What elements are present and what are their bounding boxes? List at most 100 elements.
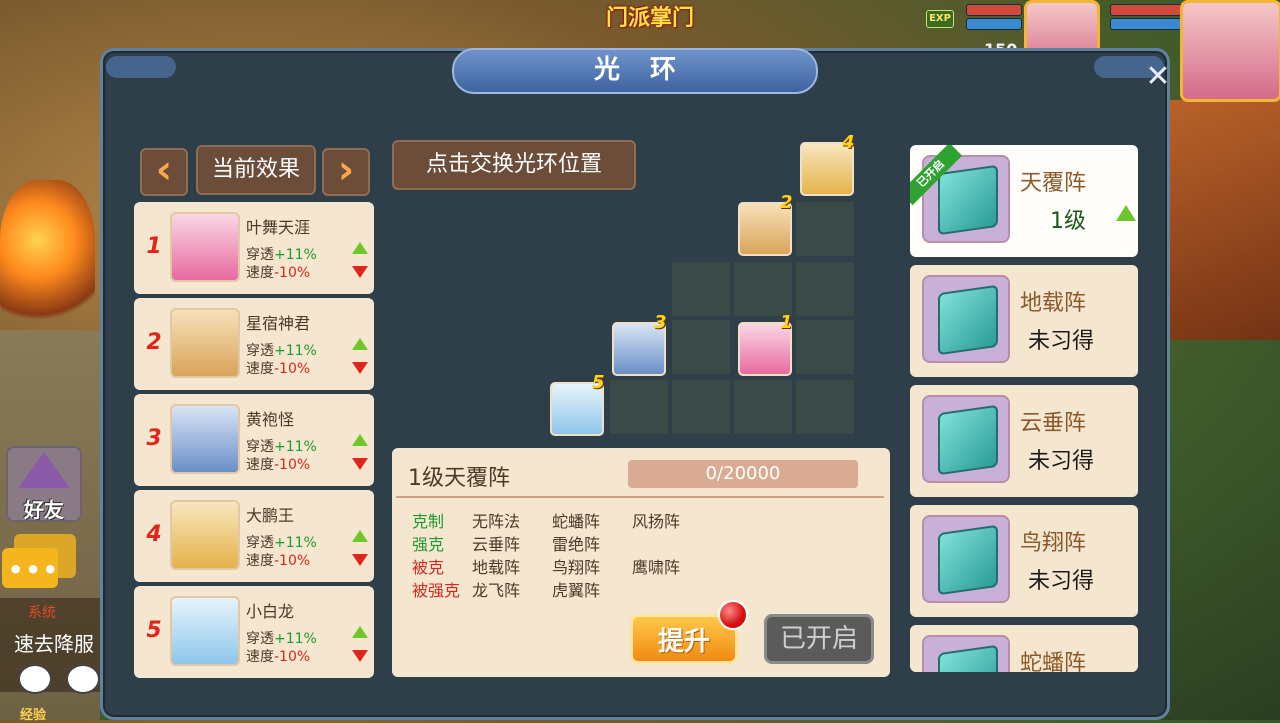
chevron-left-icon[interactable]: ‹ xyxy=(140,148,188,196)
relation-label: 被强克 xyxy=(412,581,461,600)
arrow-up-icon xyxy=(352,338,368,350)
formation-grid-cell[interactable] xyxy=(796,202,854,256)
formation-card[interactable]: 蛇蟠阵 xyxy=(910,625,1138,672)
hero-card[interactable]: 1 叶舞天涯 穿透+11% 速度-10% xyxy=(134,202,374,294)
formation-grid-cell[interactable] xyxy=(672,262,730,316)
hero-stat-speed: 速度-10% xyxy=(246,649,311,665)
pet-hp-bar xyxy=(966,4,1022,16)
background-fire xyxy=(0,180,95,330)
arrow-down-icon xyxy=(352,266,368,278)
hero-card[interactable]: 2 星宿神君 穿透+11% 速度-10% xyxy=(134,298,374,390)
arrow-up-icon xyxy=(352,530,368,542)
relation-label: 强克 xyxy=(412,535,445,554)
sheep-icon xyxy=(18,664,52,694)
hero-stat-speed: 速度-10% xyxy=(246,553,311,569)
friends-button[interactable]: 好友 xyxy=(6,446,82,522)
formation-book-icon xyxy=(922,395,1010,483)
relation-item: 龙飞阵 xyxy=(472,581,521,600)
arrow-down-icon xyxy=(352,458,368,470)
formation-name: 鸟翔阵 xyxy=(1020,531,1087,556)
sheep-icon xyxy=(66,664,100,694)
formation-card-active[interactable]: 已开启 天覆阵 1级 xyxy=(910,145,1138,257)
level-up-arrow-icon xyxy=(1116,205,1136,221)
relation-item: 雷绝阵 xyxy=(552,535,601,554)
hero-stat-penetration: 穿透+11% xyxy=(246,631,317,647)
formation-book-icon xyxy=(922,635,1010,672)
exp-label: 经验 xyxy=(20,708,47,723)
relation-item: 云垂阵 xyxy=(472,535,521,554)
grid-slot-number: 2 xyxy=(780,192,793,213)
arrow-up-icon xyxy=(352,626,368,638)
hero-portrait xyxy=(170,404,240,474)
book-cover xyxy=(938,524,998,596)
exp-badge: EXP xyxy=(926,10,954,28)
arrow-down-icon xyxy=(352,554,368,566)
chat-button[interactable]: ••• xyxy=(2,534,78,596)
formation-grid-cell[interactable] xyxy=(796,380,854,434)
hero-rank: 3 xyxy=(146,426,162,451)
arrow-down-icon xyxy=(352,650,368,662)
formation-status: 未习得 xyxy=(1028,449,1095,474)
formation-grid-cell[interactable] xyxy=(796,262,854,316)
player-portrait[interactable] xyxy=(1180,0,1280,102)
window-title: 光环 xyxy=(452,48,818,94)
relation-item: 鹰啸阵 xyxy=(632,558,681,577)
hero-stat-penetration: 穿透+11% xyxy=(246,247,317,263)
formation-name: 云垂阵 xyxy=(1020,411,1087,436)
grid-slot-number: 1 xyxy=(780,312,793,333)
formation-name: 地载阵 xyxy=(1020,291,1087,316)
formation-card[interactable]: 云垂阵 未习得 xyxy=(910,385,1138,497)
hero-name: 星宿神君 xyxy=(246,314,311,333)
hero-rank: 5 xyxy=(146,618,162,643)
system-tag: 系统 xyxy=(28,605,56,621)
formation-info-title: 1级天覆阵 xyxy=(408,466,510,491)
hero-rank: 1 xyxy=(146,234,162,259)
formation-grid-cell[interactable] xyxy=(672,320,730,374)
book-cover xyxy=(938,284,998,356)
hero-stat-penetration: 穿透+11% xyxy=(246,343,317,359)
book-cover xyxy=(938,644,998,672)
system-message: 速去降服 xyxy=(14,632,94,656)
info-divider xyxy=(396,496,884,498)
book-cover xyxy=(938,164,998,236)
formation-card[interactable]: 地载阵 未习得 xyxy=(910,265,1138,377)
hat-icon xyxy=(18,452,70,488)
hero-name: 黄袍怪 xyxy=(246,410,295,429)
hero-portrait xyxy=(170,596,240,666)
swap-aura-position-button[interactable]: 点击交换光环位置 xyxy=(392,140,636,190)
formation-grid-cell[interactable] xyxy=(734,262,792,316)
formation-grid-cell[interactable] xyxy=(610,380,668,434)
arrow-up-icon xyxy=(352,242,368,254)
relation-item: 蛇蟠阵 xyxy=(552,512,601,531)
formation-status: 未习得 xyxy=(1028,329,1095,354)
exp-progress-text: 0/20000 xyxy=(705,463,781,484)
hero-card[interactable]: 5 小白龙 穿透+11% 速度-10% xyxy=(134,586,374,678)
relation-item: 虎翼阵 xyxy=(552,581,601,600)
formation-card[interactable]: 鸟翔阵 未习得 xyxy=(910,505,1138,617)
formation-name: 蛇蟠阵 xyxy=(1020,651,1087,672)
player-hp-bar xyxy=(1110,4,1182,16)
chevron-right-icon[interactable]: › xyxy=(322,148,370,196)
hero-stat-penetration: 穿透+11% xyxy=(246,439,317,455)
grid-slot-number: 3 xyxy=(654,312,667,333)
grid-slot-number: 5 xyxy=(592,372,605,393)
formation-grid-cell[interactable] xyxy=(734,380,792,434)
hero-card[interactable]: 4 大鹏王 穿透+11% 速度-10% xyxy=(134,490,374,582)
hero-portrait xyxy=(170,212,240,282)
arrow-up-icon xyxy=(352,434,368,446)
formation-grid-cell[interactable] xyxy=(672,380,730,434)
formation-book-icon xyxy=(922,275,1010,363)
hero-portrait xyxy=(170,308,240,378)
title-ornament-left xyxy=(106,56,176,78)
hero-rank: 2 xyxy=(146,330,162,355)
relation-item: 风扬阵 xyxy=(632,512,681,531)
hero-stat-penetration: 穿透+11% xyxy=(246,535,317,551)
close-icon[interactable]: ✕ xyxy=(1143,62,1173,92)
grid-slot-number: 4 xyxy=(842,132,855,153)
formation-grid-cell[interactable] xyxy=(796,320,854,374)
book-cover xyxy=(938,404,998,476)
hero-card[interactable]: 3 黄袍怪 穿透+11% 速度-10% xyxy=(134,394,374,486)
chat-dots: ••• xyxy=(8,556,61,584)
relation-item: 鸟翔阵 xyxy=(552,558,601,577)
formation-level: 1级 xyxy=(1050,209,1086,234)
